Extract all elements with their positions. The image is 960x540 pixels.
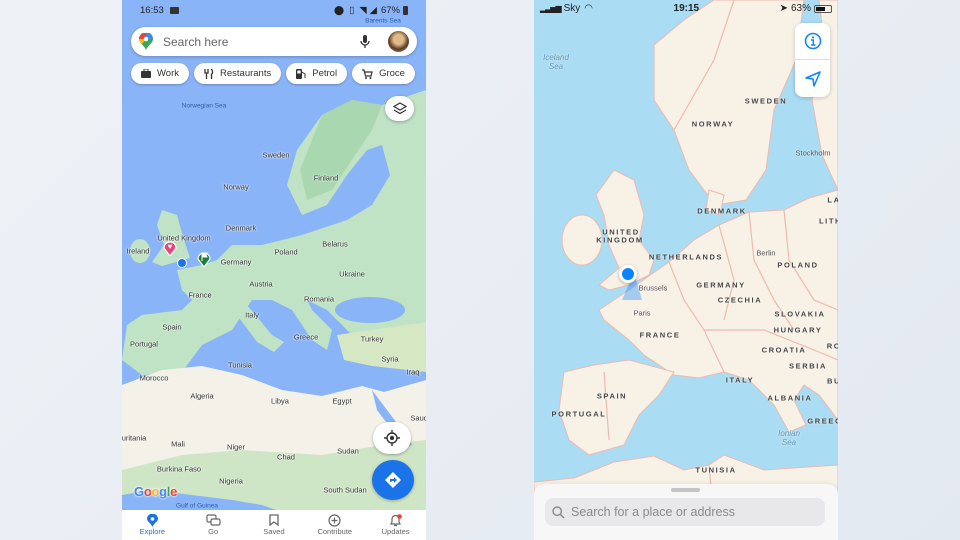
current-location-dot bbox=[619, 265, 637, 283]
location-arrow-icon bbox=[804, 70, 821, 87]
flag-pin-icon bbox=[197, 252, 211, 268]
signal-icon: ◢ bbox=[369, 4, 377, 16]
contribute-icon bbox=[328, 514, 341, 527]
nav-label: Go bbox=[208, 527, 219, 536]
pin-heart[interactable]: ♥ bbox=[162, 238, 178, 257]
location-arrow-status-icon: ➤ bbox=[779, 3, 788, 14]
battery-icon bbox=[403, 5, 408, 15]
info-button[interactable] bbox=[795, 23, 830, 60]
nav-updates[interactable]: Updates bbox=[368, 514, 424, 536]
google-maps-logo-icon bbox=[139, 33, 153, 50]
chip-restaurants[interactable]: Restaurants bbox=[194, 63, 282, 84]
nav-label: Updates bbox=[381, 527, 410, 536]
apple-map[interactable] bbox=[534, 0, 838, 540]
status-time: 16:53 bbox=[140, 4, 164, 16]
location-status-icon: ⬤ bbox=[334, 4, 345, 15]
briefcase-icon bbox=[141, 69, 151, 78]
fork-knife-icon bbox=[204, 68, 214, 79]
image-notification-icon bbox=[169, 6, 179, 14]
directions-icon bbox=[385, 472, 401, 488]
explore-icon bbox=[146, 514, 158, 527]
layers-icon bbox=[392, 102, 407, 115]
status-bar: ▂▃▅▆ Sky ◠ 19:15 ➤ 63% bbox=[534, 0, 838, 17]
battery-icon bbox=[814, 4, 832, 13]
bottom-navigation: Explore Go Saved Contribute Updates bbox=[122, 510, 426, 540]
pin-flag[interactable] bbox=[196, 249, 212, 268]
category-chips: Work Restaurants Petrol Groce bbox=[131, 63, 415, 84]
battery-percent: 63% bbox=[790, 3, 811, 14]
info-icon bbox=[804, 32, 821, 50]
layers-button[interactable] bbox=[385, 96, 414, 121]
google-maps-screenshot: Barents Sea Norwegian Sea Sweden Finland Nor… bbox=[122, 0, 426, 540]
signal-icon: ▂▃▅▆ bbox=[540, 4, 562, 13]
wifi-icon: ◠ bbox=[584, 3, 594, 14]
updates-bell-icon bbox=[389, 514, 402, 527]
current-location-dot bbox=[177, 258, 187, 268]
chip-label: Petrol bbox=[312, 68, 338, 79]
nav-contribute[interactable]: Contribute bbox=[307, 514, 363, 536]
search-field[interactable]: Search for a place or address bbox=[545, 498, 825, 526]
wifi-icon: ◥ bbox=[359, 4, 367, 16]
nav-go[interactable]: Go bbox=[185, 514, 241, 536]
my-location-button[interactable] bbox=[373, 422, 411, 454]
search-icon bbox=[552, 505, 565, 519]
microphone-icon[interactable] bbox=[360, 34, 370, 49]
fuel-pump-icon bbox=[296, 68, 306, 79]
sheet-grabber[interactable] bbox=[671, 488, 700, 492]
nav-saved[interactable]: Saved bbox=[246, 514, 302, 536]
carrier-name: Sky bbox=[563, 3, 581, 14]
nav-label: Saved bbox=[263, 527, 285, 536]
cart-icon bbox=[362, 68, 373, 79]
search-input[interactable]: Search for a place or address bbox=[571, 505, 735, 519]
battery-percent: 67% bbox=[380, 4, 400, 16]
search-input[interactable]: Search here bbox=[163, 35, 360, 49]
saved-icon bbox=[269, 514, 279, 527]
nav-label: Contribute bbox=[317, 527, 353, 536]
svg-text:♥: ♥ bbox=[168, 242, 173, 251]
status-time: 19:15 bbox=[673, 3, 700, 14]
go-icon bbox=[206, 514, 221, 527]
chip-petrol[interactable]: Petrol bbox=[286, 63, 348, 84]
chip-label: Groce bbox=[379, 68, 405, 79]
avatar[interactable] bbox=[388, 31, 409, 52]
heart-pin-icon: ♥ bbox=[163, 241, 177, 257]
bottom-sheet: Search for a place or address bbox=[534, 484, 838, 540]
track-location-button[interactable] bbox=[795, 60, 830, 97]
apple-maps-screenshot: Iceland Sea SWEDEN NORWAY Stockholm DENMARK L… bbox=[534, 0, 838, 540]
search-bar[interactable]: Search here bbox=[131, 27, 417, 56]
crosshair-icon bbox=[384, 430, 400, 446]
vibrate-icon: ▯ bbox=[349, 4, 355, 16]
chip-groce[interactable]: Groce bbox=[352, 63, 415, 84]
nav-explore[interactable]: Explore bbox=[124, 514, 180, 536]
chip-label: Work bbox=[157, 68, 179, 79]
google-logo: Google bbox=[134, 484, 178, 499]
directions-button[interactable] bbox=[372, 460, 414, 500]
status-bar: 16:53 ⬤ ▯ ◥ ◢ 67% bbox=[122, 0, 426, 20]
chip-work[interactable]: Work bbox=[131, 63, 189, 84]
nav-label: Explore bbox=[139, 527, 166, 536]
chip-label: Restaurants bbox=[220, 68, 272, 79]
map-controls bbox=[795, 23, 830, 97]
